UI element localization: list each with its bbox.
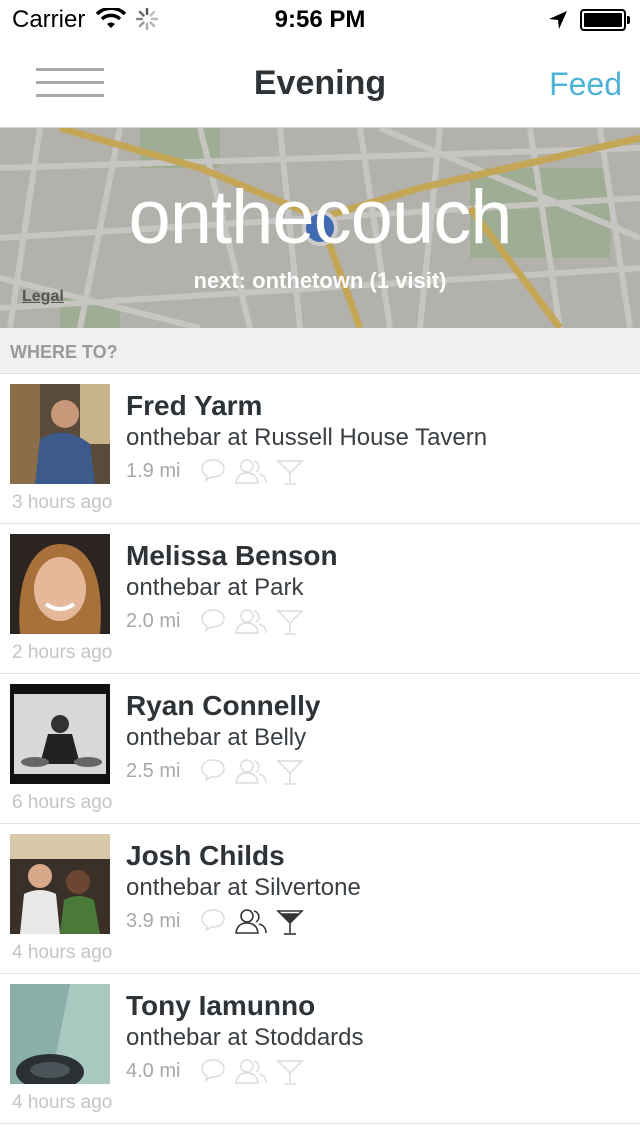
person-name: Josh Childs bbox=[126, 840, 285, 871]
distance: 1.9 mi bbox=[126, 460, 181, 482]
cocktail-icon[interactable] bbox=[276, 458, 304, 486]
person-name: Tony Iamunno bbox=[126, 990, 316, 1021]
person-name: Ryan Connelly bbox=[126, 690, 321, 721]
activity-text: onthebar at Belly bbox=[126, 724, 307, 751]
chat-bubble-icon[interactable] bbox=[200, 608, 226, 632]
people-icon[interactable] bbox=[234, 908, 268, 934]
page-title: Evening bbox=[253, 64, 387, 102]
list-item[interactable]: Tony Iamunno onthebar at Stoddards 4.0 m… bbox=[0, 974, 640, 1124]
avatar[interactable] bbox=[10, 384, 110, 484]
cocktail-icon[interactable] bbox=[276, 608, 304, 636]
map-header[interactable]: onthecouch next: onthetown (1 visit) Leg… bbox=[0, 128, 640, 328]
distance: 3.9 mi bbox=[126, 910, 181, 932]
avatar[interactable] bbox=[10, 684, 110, 784]
navigation-bar: Evening Feed bbox=[0, 40, 640, 128]
activity-text: onthebar at Stoddards bbox=[126, 1024, 364, 1051]
timestamp: 6 hours ago bbox=[12, 792, 113, 813]
location-arrow-icon bbox=[549, 11, 567, 29]
distance: 2.0 mi bbox=[126, 610, 181, 632]
timestamp: 4 hours ago bbox=[12, 1092, 113, 1113]
people-icon[interactable] bbox=[234, 758, 268, 784]
avatar[interactable] bbox=[10, 984, 110, 1084]
timestamp: 2 hours ago bbox=[12, 642, 113, 663]
activity-text: onthebar at Silvertone bbox=[126, 874, 361, 901]
list-item[interactable]: Ryan Connelly onthebar at Belly 2.5 mi 6… bbox=[0, 674, 640, 824]
person-name: Fred Yarm bbox=[126, 390, 263, 421]
next-status: next: onthetown (1 visit) bbox=[193, 268, 447, 293]
timestamp: 3 hours ago bbox=[12, 492, 113, 513]
section-header: WHERE TO? bbox=[0, 328, 640, 374]
chat-bubble-icon[interactable] bbox=[200, 1058, 226, 1082]
list-item[interactable]: Melissa Benson onthebar at Park 2.0 mi 2… bbox=[0, 524, 640, 674]
list-item[interactable]: Josh Childs onthebar at Silvertone 3.9 m… bbox=[0, 824, 640, 974]
person-name: Melissa Benson bbox=[126, 540, 338, 571]
chat-bubble-icon[interactable] bbox=[200, 758, 226, 782]
timestamp: 4 hours ago bbox=[12, 942, 113, 963]
cocktail-icon[interactable] bbox=[276, 908, 304, 936]
people-icon[interactable] bbox=[234, 1058, 268, 1084]
chat-bubble-icon[interactable] bbox=[200, 458, 226, 482]
avatar[interactable] bbox=[10, 534, 110, 634]
list-item[interactable]: Fred Yarm onthebar at Russell House Tave… bbox=[0, 374, 640, 524]
section-title: WHERE TO? bbox=[10, 342, 118, 362]
cocktail-icon[interactable] bbox=[276, 1058, 304, 1086]
legal-link[interactable]: Legal bbox=[22, 288, 64, 306]
battery-icon bbox=[580, 9, 630, 31]
status-bar: Carrier 9:56 PM bbox=[0, 0, 640, 40]
people-icon[interactable] bbox=[234, 608, 268, 634]
people-icon[interactable] bbox=[234, 458, 268, 484]
activity-text: onthebar at Park bbox=[126, 574, 304, 601]
feed-list: Fred Yarm onthebar at Russell House Tave… bbox=[0, 374, 640, 1124]
avatar[interactable] bbox=[10, 834, 110, 934]
cocktail-icon[interactable] bbox=[276, 758, 304, 786]
distance: 4.0 mi bbox=[126, 1060, 181, 1082]
activity-text: onthebar at Russell House Tavern bbox=[126, 424, 488, 451]
chat-bubble-icon[interactable] bbox=[200, 908, 226, 932]
current-status: onthecouch bbox=[128, 175, 513, 260]
clock: 9:56 PM bbox=[274, 6, 366, 33]
feed-button[interactable]: Feed bbox=[549, 66, 622, 103]
distance: 2.5 mi bbox=[126, 760, 181, 782]
